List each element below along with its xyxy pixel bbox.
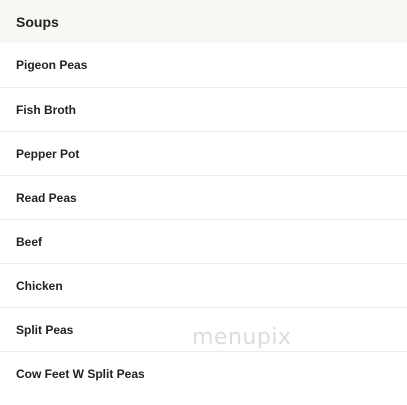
section-title: Soups: [16, 13, 59, 30]
menu-item-label: Beef: [16, 234, 43, 249]
menu-item-read-peas[interactable]: Read Peas: [0, 175, 407, 219]
menu-item-list: Pigeon Peas Fish Broth Pepper Pot Read P…: [0, 43, 407, 395]
menu-item-label: Read Peas: [16, 190, 77, 205]
menu-item-label: Fish Broth: [16, 102, 76, 117]
menu-item-label: Pigeon Peas: [16, 58, 88, 72]
menu-item-chicken[interactable]: Chicken: [0, 263, 407, 307]
menu-item-label: Cow Feet W Split Peas: [16, 366, 145, 381]
menu-item-label: Pepper Pot: [16, 146, 80, 161]
menu-item-pigeon-peas[interactable]: Pigeon Peas: [0, 43, 407, 87]
menu-item-label: Split Peas: [16, 322, 74, 337]
menu-section: Soups Pigeon Peas Fish Broth Pepper Pot …: [0, 0, 407, 405]
menu-item-pepper-pot[interactable]: Pepper Pot: [0, 131, 407, 175]
menu-item-split-peas[interactable]: Split Peas: [0, 307, 407, 351]
menu-item-fish-broth[interactable]: Fish Broth: [0, 87, 407, 131]
section-header-soups: Soups: [0, 0, 407, 43]
menu-item-beef[interactable]: Beef: [0, 219, 407, 263]
menu-item-label: Chicken: [16, 278, 63, 293]
menu-item-cow-feet-w-split-peas[interactable]: Cow Feet W Split Peas: [0, 351, 407, 395]
